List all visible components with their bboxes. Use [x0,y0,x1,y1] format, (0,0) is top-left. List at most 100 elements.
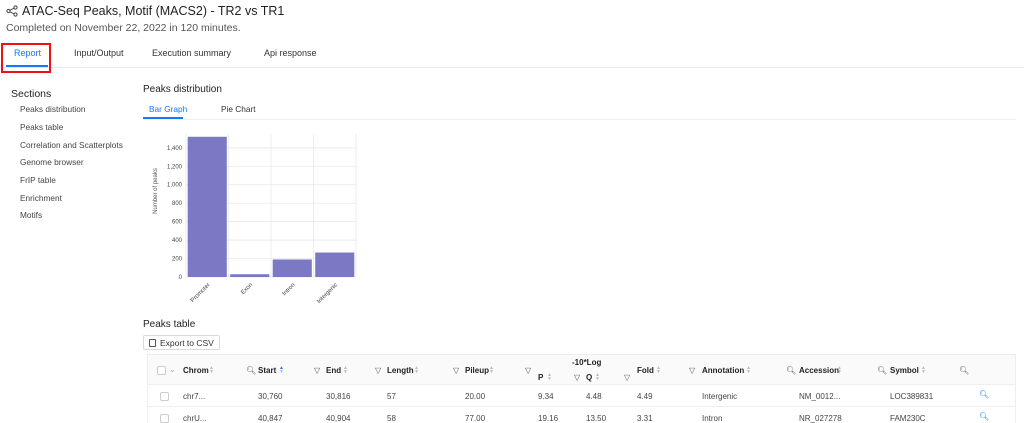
y-tick-label: 1,200 [167,164,183,170]
y-tick-label: 1,000 [167,183,183,189]
sort-length[interactable]: ▲ ▼ [414,366,419,375]
sort-p[interactable]: ▲ ▼ [547,373,552,382]
y-tick-label: 800 [172,201,183,207]
column-header-start[interactable]: Start [258,366,276,375]
column-header-chrom[interactable]: Chrom [183,366,209,375]
filter-icon[interactable]: ▽ [453,366,459,375]
chevron-down-icon[interactable]: ⌄ [169,365,176,374]
main-tabs: Report Input/Output Execution summary Ap… [0,42,1024,68]
sidebar-item-motifs[interactable]: Motifs [20,210,42,220]
cell-fold: 4.49 [637,392,653,401]
x-tick-label: Intron [282,282,297,297]
filter-icon[interactable]: ▽ [574,373,580,382]
peaks-table: ⌄ Chrom ▲ ▼ 🔍︎ Start ▲ ▼ ▽ End ▲ ▼ ▽ Length… [147,354,1016,423]
tab-bar-graph[interactable]: Bar Graph [149,104,187,114]
sidebar-item-enrichment[interactable]: Enrichment [20,193,62,203]
x-tick-label: Promoter [190,282,212,304]
search-icon[interactable]: 🔍︎ [877,366,887,375]
y-tick-label: 0 [179,275,183,281]
page-title: ATAC-Seq Peaks, Motif (MACS2) - TR2 vs T… [22,4,285,18]
tab-execution-summary[interactable]: Execution summary [152,48,231,58]
column-header-pileup[interactable]: Pileup [465,366,489,375]
select-all-checkbox[interactable] [157,366,166,375]
search-icon[interactable]: 🔍︎ [959,366,969,375]
title-row: ATAC-Seq Peaks, Motif (MACS2) - TR2 vs T… [6,4,284,18]
column-header-length[interactable]: Length [387,366,414,375]
row-checkbox[interactable] [160,392,169,401]
table-row[interactable]: chr7... 30,760 30,816 57 20.00 9.34 4.48… [148,385,1015,407]
cell-end: 30,816 [326,392,351,401]
sort-start[interactable]: ▲ ▼ [279,366,284,375]
sort-annotation[interactable]: ▲ ▼ [746,366,751,375]
cell-pileup: 77.00 [465,414,486,423]
completion-subtitle: Completed on November 22, 2022 in 120 mi… [6,22,241,34]
x-tick-label: Exon [240,282,254,296]
sort-pileup[interactable]: ▲ ▼ [489,366,494,375]
y-axis-label: Number of peaks [153,168,159,214]
cell-accession: NR_027278 [799,414,842,423]
bar-exon[interactable] [230,274,270,277]
column-header-annotation[interactable]: Annotation [702,366,744,375]
column-header-p[interactable]: P [538,373,543,382]
sort-symbol[interactable]: ▲ ▼ [921,366,926,375]
cell-symbol: FAM230C [890,414,926,423]
sort-accession[interactable]: ▲ ▼ [837,366,842,375]
tab-api-response[interactable]: Api response [264,48,317,58]
filter-icon[interactable]: ▽ [624,373,630,382]
cell-p: 19.16 [538,414,559,423]
filter-icon[interactable]: ▽ [689,366,695,375]
cell-chrom: chr7... [183,392,206,401]
cell-accession: NM_0012... [799,392,841,401]
sort-q[interactable]: ▲ ▼ [595,373,600,382]
cell-q: 13.50 [586,414,607,423]
cell-length: 58 [387,414,396,423]
row-checkbox[interactable] [160,414,169,423]
search-icon[interactable]: 🔍︎ [246,366,256,375]
table-header: ⌄ Chrom ▲ ▼ 🔍︎ Start ▲ ▼ ▽ End ▲ ▼ ▽ Length… [148,355,1015,385]
table-row[interactable]: chrU... 40,847 40,904 58 77.00 19.16 13.… [148,407,1015,423]
bar-promoter[interactable] [187,136,227,277]
y-tick-label: 600 [172,220,183,226]
export-csv-button[interactable]: Export to CSV [143,335,220,350]
sections-title: Sections [11,88,52,100]
column-header-end[interactable]: End [326,366,341,375]
y-tick-label: 200 [172,257,183,263]
row-search-icon[interactable]: 🔍︎ [979,390,989,399]
y-tick-label: 400 [172,238,183,244]
sort-chrom[interactable]: ▲ ▼ [209,366,214,375]
tab-pie-chart[interactable]: Pie Chart [221,104,256,114]
bar-intron[interactable] [272,259,312,277]
row-search-icon[interactable]: 🔍︎ [979,412,989,421]
filter-icon[interactable]: ▽ [525,366,531,375]
column-header-symbol[interactable]: Symbol [890,366,919,375]
cell-annotation: Intergenic [702,392,738,401]
sidebar-item-correlation[interactable]: Correlation and Scatterplots [20,140,123,150]
export-icon [149,338,156,347]
share-icon[interactable] [6,5,18,17]
filter-icon[interactable]: ▽ [314,366,320,375]
sort-end[interactable]: ▲ ▼ [343,366,348,375]
x-tick-label: Intergenic [316,282,339,305]
tab-input-output[interactable]: Input/Output [74,48,124,58]
peaks-distribution-heading: Peaks distribution [143,84,222,95]
cell-p: 9.34 [538,392,554,401]
sort-fold[interactable]: ▲ ▼ [656,366,661,375]
column-header-fold[interactable]: Fold [637,366,654,375]
sidebar-item-genome-browser[interactable]: Genome browser [20,157,84,167]
sidebar-item-peaks-table[interactable]: Peaks table [20,122,63,132]
cell-chrom: chrU... [183,414,207,423]
sidebar-item-frip-table[interactable]: FrIP table [20,175,56,185]
cell-annotation: Intron [702,414,723,423]
active-subtab-indicator [143,117,183,119]
cell-length: 57 [387,392,396,401]
filter-icon[interactable]: ▽ [375,366,381,375]
export-csv-label: Export to CSV [160,337,214,348]
column-header-q[interactable]: Q [586,373,592,382]
cell-q: 4.48 [586,392,602,401]
sidebar-item-peaks-distribution[interactable]: Peaks distribution [20,104,86,114]
column-header-accession[interactable]: Accession [799,366,839,375]
cell-start: 40,847 [258,414,283,423]
search-icon[interactable]: 🔍︎ [786,366,796,375]
cell-symbol: LOC389831 [890,392,934,401]
bar-intergenic[interactable] [315,252,355,277]
